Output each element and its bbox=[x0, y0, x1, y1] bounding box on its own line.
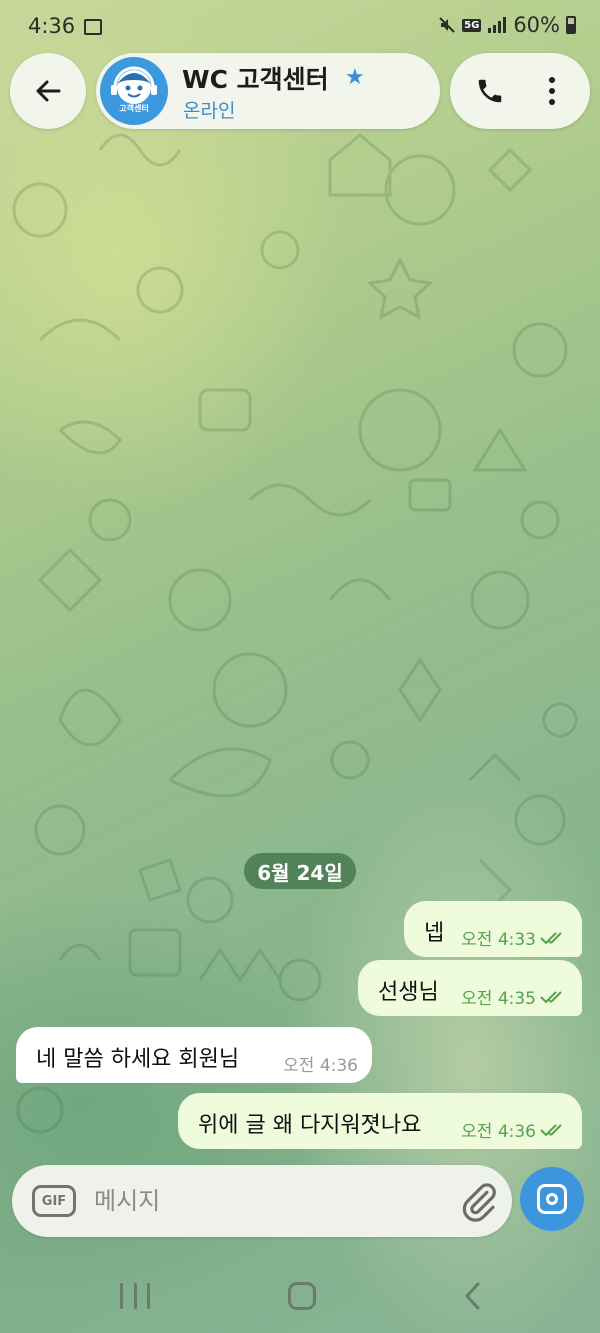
status-bar: 4:36 5G 60% bbox=[0, 0, 600, 56]
message-text: 네 말씀 하세요 회원님 bbox=[36, 1047, 240, 1072]
message-meta: 오전 4:36 bbox=[283, 1051, 358, 1076]
message-bubble-outgoing[interactable]: 넵 오전 4:33 bbox=[404, 901, 582, 957]
star-icon: ★ bbox=[345, 65, 365, 90]
chat-title: WC 고객센터 bbox=[182, 65, 329, 94]
header-actions bbox=[450, 53, 590, 129]
status-time: 4:36 bbox=[28, 14, 76, 38]
message-composer: GIF bbox=[12, 1165, 512, 1237]
message-time: 오전 4:36 bbox=[283, 1056, 358, 1076]
gallery-notification-icon bbox=[84, 19, 102, 35]
avatar-label: 고객센터 bbox=[119, 104, 149, 113]
gif-button[interactable]: GIF bbox=[32, 1185, 76, 1217]
message-bubble-outgoing[interactable]: 선생님 오전 4:35 bbox=[358, 960, 582, 1016]
message-meta: 오전 4:36 bbox=[461, 1117, 568, 1142]
message-bubble-outgoing[interactable]: 위에 글 왜 다지워졋나요 오전 4:36 bbox=[178, 1093, 582, 1149]
message-text: 넵 bbox=[424, 921, 445, 946]
back-arrow-icon bbox=[36, 80, 61, 102]
call-button[interactable] bbox=[470, 71, 510, 111]
avatar[interactable]: 고객센터 bbox=[100, 57, 168, 125]
home-button[interactable] bbox=[288, 1282, 316, 1310]
battery-percent: 60% bbox=[513, 13, 560, 37]
message-meta: 오전 4:35 bbox=[461, 984, 568, 1009]
network-type: 5G bbox=[462, 18, 482, 32]
recents-button[interactable] bbox=[120, 1283, 150, 1309]
double-check-icon bbox=[540, 1123, 562, 1136]
double-check-icon bbox=[540, 931, 562, 944]
date-chip: 6월 24일 bbox=[244, 853, 356, 889]
chat-status: 온라인 bbox=[183, 100, 236, 122]
battery-icon bbox=[566, 16, 576, 34]
back-button[interactable] bbox=[10, 53, 86, 129]
message-text: 선생님 bbox=[378, 980, 439, 1005]
message-meta: 오전 4:33 bbox=[461, 925, 568, 950]
camera-icon bbox=[537, 1184, 567, 1214]
system-nav-bar bbox=[0, 1258, 600, 1333]
avatar-face-icon bbox=[111, 66, 157, 104]
message-text: 위에 글 왜 다지워졋나요 bbox=[198, 1113, 422, 1138]
message-time: 오전 4:36 bbox=[461, 1122, 536, 1142]
camera-button[interactable] bbox=[520, 1167, 584, 1231]
phone-icon bbox=[478, 79, 502, 103]
signal-icon bbox=[488, 17, 507, 33]
more-options-button[interactable] bbox=[532, 71, 572, 111]
message-time: 오전 4:33 bbox=[461, 930, 536, 950]
message-input[interactable] bbox=[94, 1181, 434, 1221]
mute-icon bbox=[439, 17, 455, 33]
message-time: 오전 4:35 bbox=[461, 989, 536, 1009]
double-check-icon bbox=[540, 990, 562, 1003]
chat-header[interactable]: 고객센터 WC 고객센터 ★ 온라인 bbox=[96, 53, 440, 129]
paperclip-icon[interactable] bbox=[458, 1181, 500, 1223]
more-vertical-icon bbox=[549, 77, 555, 83]
message-bubble-incoming[interactable]: 네 말씀 하세요 회원님 오전 4:36 bbox=[16, 1027, 372, 1083]
nav-back-icon[interactable] bbox=[458, 1280, 488, 1312]
status-indicators: 5G 60% bbox=[438, 13, 576, 37]
